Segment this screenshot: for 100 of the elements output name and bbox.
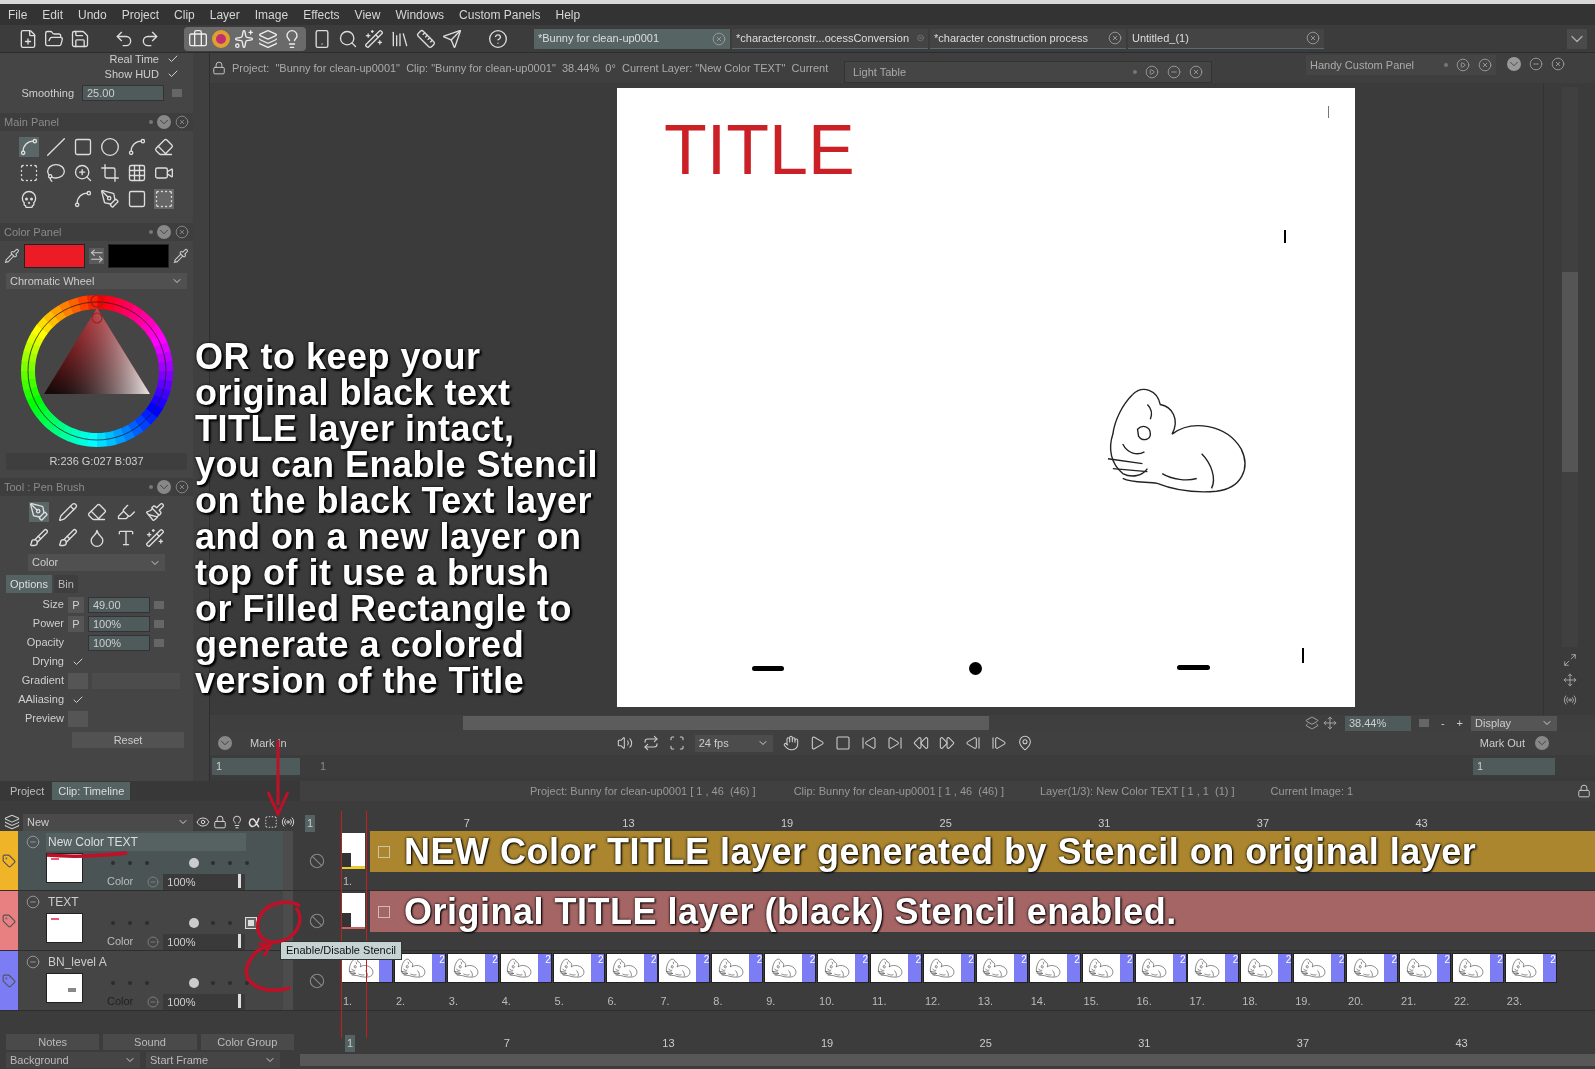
light-table-toggle[interactable] <box>189 918 199 928</box>
stencil-icon[interactable] <box>264 815 278 829</box>
lock-icon[interactable] <box>1577 784 1591 798</box>
secondary-color-swatch[interactable] <box>108 244 170 268</box>
rewind-icon[interactable] <box>912 735 929 751</box>
fit-icon[interactable] <box>1562 673 1577 687</box>
paintbrush-icon[interactable] <box>144 502 165 522</box>
collapse-icon[interactable] <box>157 480 171 494</box>
frame-cell[interactable]: 2 <box>1399 953 1451 983</box>
ellipse-icon[interactable] <box>99 137 120 157</box>
minimize-icon[interactable] <box>1529 57 1543 71</box>
opacity-handle[interactable] <box>238 993 242 1008</box>
pressure-toggle[interactable]: P <box>68 615 84 632</box>
fps-dropdown[interactable]: 24 fps <box>694 734 773 752</box>
frame-cell[interactable]: 2 <box>817 953 870 983</box>
airbrush-icon[interactable] <box>28 528 49 548</box>
drawing-canvas[interactable]: TITLE <box>617 88 1355 707</box>
stop-icon[interactable] <box>834 735 851 751</box>
frame-cell[interactable] <box>341 893 365 929</box>
close-icon[interactable] <box>175 225 189 239</box>
frame-ruler[interactable]: 1 <box>300 757 1473 775</box>
collapse-icon[interactable] <box>157 225 171 239</box>
close-icon[interactable] <box>175 115 189 129</box>
first-frame-icon[interactable] <box>860 735 877 751</box>
layer-color-tag[interactable] <box>0 831 18 890</box>
selection-icon[interactable] <box>19 163 40 183</box>
frame-cell[interactable]: 2 <box>1028 953 1081 983</box>
opacity-field[interactable]: 100% <box>163 993 246 1010</box>
param-field[interactable]: 49.00 <box>88 596 150 613</box>
frame-cell[interactable]: 2 <box>1451 953 1504 983</box>
layer-name[interactable]: New Color TEXT <box>46 833 246 851</box>
color-wheel-icon[interactable] <box>212 29 230 48</box>
option-checkbox[interactable] <box>167 53 179 65</box>
mark-out-icon[interactable] <box>1535 736 1549 750</box>
menu-item[interactable]: Windows <box>395 5 445 24</box>
param-field[interactable]: 100% <box>88 634 150 651</box>
collapse-icon[interactable] <box>26 835 40 849</box>
close-icon[interactable] <box>175 480 189 494</box>
center-icon[interactable] <box>1322 716 1337 730</box>
new-file-icon[interactable] <box>18 28 38 49</box>
help-icon[interactable] <box>488 28 508 49</box>
bezier-icon[interactable] <box>126 137 147 157</box>
document-tab[interactable]: Untitled_(1) <box>1128 28 1324 49</box>
mark-out-button[interactable]: Mark Out <box>1479 734 1525 752</box>
lock-icon[interactable] <box>213 815 227 829</box>
primary-color-swatch[interactable] <box>23 244 85 268</box>
no-image-icon[interactable] <box>309 972 325 989</box>
eraser-icon[interactable] <box>153 137 174 157</box>
swap-icon[interactable] <box>88 248 105 264</box>
frame-cell[interactable]: 2 <box>1504 953 1557 983</box>
menu-item[interactable]: Layer <box>209 5 240 24</box>
speaker-icon[interactable] <box>616 735 633 751</box>
minimize-icon[interactable] <box>1167 65 1181 79</box>
menu-item[interactable]: Project <box>121 5 160 24</box>
opacity-field[interactable]: 100% <box>163 873 246 890</box>
frame-cell[interactable]: 2 <box>393 953 446 983</box>
wheel-mode-dropdown[interactable]: Chromatic Wheel <box>6 273 187 289</box>
frame-cell[interactable]: 2 <box>1240 953 1293 983</box>
rectangle-icon[interactable] <box>73 137 94 157</box>
document-tab[interactable]: *Bunny for clean-up0001 <box>534 28 730 49</box>
layer-name[interactable]: BN_level A <box>46 953 109 971</box>
dropdown-icon[interactable] <box>1567 28 1587 49</box>
lock-icon[interactable] <box>212 61 226 75</box>
zoom-in-button[interactable]: + <box>1456 714 1463 732</box>
menu-item[interactable]: Undo <box>78 5 107 24</box>
frame-cell[interactable]: 2 <box>552 953 605 983</box>
zoom-out-button[interactable]: - <box>1440 714 1445 732</box>
overlay-icon[interactable] <box>1304 716 1319 730</box>
new-layer-icon[interactable] <box>4 814 20 830</box>
mark-out-field[interactable]: 1 <box>1473 757 1555 775</box>
zoom-field[interactable]: 38.44% <box>1344 715 1411 731</box>
special-brush-icon[interactable] <box>144 528 165 548</box>
no-image-icon[interactable] <box>309 852 325 869</box>
timeline-tab[interactable]: Clip: Timeline <box>52 782 131 800</box>
layer-row[interactable]: New Color TEXT Color 100% <box>18 831 283 890</box>
save-icon[interactable] <box>70 28 90 49</box>
frame-cell[interactable]: 2 <box>1134 953 1187 983</box>
menu-item[interactable]: Help <box>555 5 581 24</box>
last-frame-icon[interactable] <box>886 735 903 751</box>
menu-item[interactable]: Image <box>254 5 289 24</box>
layer-color-tag[interactable] <box>0 891 18 950</box>
grid-icon[interactable] <box>126 163 147 183</box>
stencil-tool-icon[interactable] <box>153 189 174 209</box>
pencil-icon[interactable] <box>57 502 78 522</box>
menu-item[interactable]: Edit <box>42 5 64 24</box>
collapse-icon[interactable] <box>26 895 40 909</box>
eyedropper-icon[interactable] <box>4 248 20 264</box>
display-dropdown[interactable]: Display <box>1471 715 1557 731</box>
frame-cell[interactable]: 2 <box>870 953 922 983</box>
frame-cell[interactable]: 2 <box>446 953 499 983</box>
resize-icon[interactable] <box>1562 653 1577 667</box>
bottom-tab[interactable]: Color Group <box>200 1034 294 1050</box>
crop-icon[interactable] <box>99 163 120 183</box>
menu-item[interactable]: File <box>8 5 28 24</box>
pen-icon[interactable] <box>99 189 120 209</box>
menu-item[interactable]: Effects <box>303 5 340 24</box>
frame-cell[interactable]: 2 <box>658 953 711 983</box>
alpha-icon[interactable] <box>247 815 261 829</box>
search-icon[interactable] <box>338 28 358 49</box>
play-icon[interactable] <box>1456 58 1470 72</box>
